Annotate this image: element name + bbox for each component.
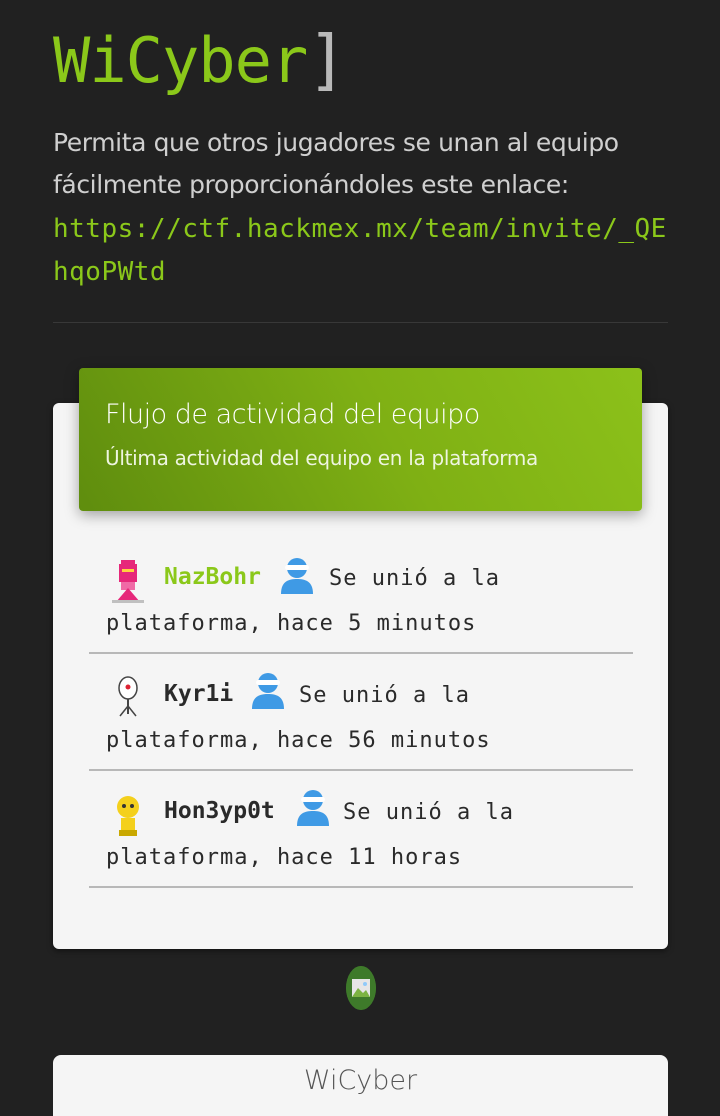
pink-robot-avatar bbox=[106, 558, 150, 604]
activity-item: Hon3yp0t Se unió a la plataforma, hace 1… bbox=[89, 771, 633, 888]
invite-description: Permita que otros jugadores se unan al e… bbox=[53, 128, 619, 199]
ninja-user-icon bbox=[297, 790, 329, 826]
activity-item: NazBohr Se unió a la plataforma, hace 5 … bbox=[89, 545, 633, 654]
ninja-user-icon bbox=[252, 673, 284, 709]
activity-action: Se unió a la bbox=[343, 800, 514, 825]
team-summary-title: WiCyber bbox=[303, 1065, 418, 1096]
activity-action: Se unió a la bbox=[299, 683, 470, 708]
activity-action: Se unió a la bbox=[329, 566, 500, 591]
activity-item: Kyr1i Se unió a la plataforma, hace 56 m… bbox=[89, 654, 633, 771]
section-divider bbox=[53, 322, 668, 323]
activity-card-title: Flujo de actividad del equipo bbox=[105, 399, 480, 430]
username[interactable]: Hon3yp0t bbox=[164, 798, 275, 824]
activity-card-subtitle: Última actividad del equipo en la plataf… bbox=[105, 446, 538, 470]
white-robot-avatar bbox=[106, 674, 150, 720]
team-name: WiCyber bbox=[53, 24, 308, 97]
activity-card-header: Flujo de actividad del equipo Última act… bbox=[79, 368, 642, 511]
team-summary-card: WiCyber bbox=[53, 1055, 668, 1116]
title-bracket: ] bbox=[307, 21, 347, 98]
yellow-robot-avatar bbox=[106, 793, 150, 839]
username[interactable]: Kyr1i bbox=[164, 681, 233, 707]
activity-time: plataforma, hace 5 minutos bbox=[106, 611, 477, 636]
activity-time: plataforma, hace 11 horas bbox=[106, 845, 463, 870]
activity-time: plataforma, hace 56 minutos bbox=[106, 728, 491, 753]
broken-image-icon bbox=[346, 966, 376, 1010]
ninja-user-icon bbox=[281, 558, 313, 594]
invite-link[interactable]: https://ctf.hackmex.mx/team/invite/_QEhq… bbox=[53, 208, 673, 294]
team-title: WiCyber] bbox=[53, 20, 347, 101]
username[interactable]: NazBohr bbox=[164, 564, 261, 590]
